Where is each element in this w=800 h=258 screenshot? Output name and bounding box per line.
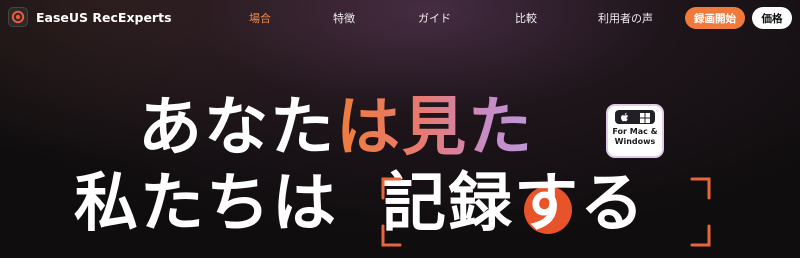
brand-name: EaseUS RecExperts (36, 9, 172, 25)
platform-badge-text: For Mac & Windows (612, 127, 657, 147)
frame-bracket-left-icon (381, 177, 402, 247)
hero-line1-white: あなた (138, 91, 336, 165)
nav-link-reviews[interactable]: 利用者の声 (598, 10, 653, 26)
platform-badge: For Mac & Windows (606, 104, 664, 158)
badge-text-line2: Windows (614, 137, 656, 146)
nav-link-guide[interactable]: ガイド (418, 10, 451, 26)
hero-headline-line1: あなたは見た (138, 92, 534, 164)
nav-link-features[interactable]: 特徴 (333, 10, 355, 26)
hero-line1-accent: は見た (336, 91, 534, 165)
hero-line2-part-a: 私たちは (74, 167, 338, 241)
nav-link-cases[interactable]: 場合 (249, 10, 271, 26)
hero-headline-line2: 私たちは 記録する (74, 168, 646, 240)
top-navigation: EaseUS RecExperts 場合 特徴 ガイド 比較 利用者の声 録画開… (0, 0, 800, 36)
start-recording-button[interactable]: 録画開始 (685, 7, 745, 29)
frame-bracket-right-icon (690, 177, 711, 247)
hero-line2-part-b: 記録する (382, 167, 646, 241)
price-button[interactable]: 価格 (752, 7, 792, 29)
badge-text-line1: For Mac & (612, 127, 658, 136)
windows-icon (640, 108, 650, 127)
apple-icon (620, 108, 630, 127)
platform-icons (615, 110, 655, 124)
brand-logo-link[interactable]: EaseUS RecExperts (8, 7, 172, 27)
nav-link-comparison[interactable]: 比較 (515, 10, 537, 26)
recexperts-logo-icon (8, 7, 28, 27)
